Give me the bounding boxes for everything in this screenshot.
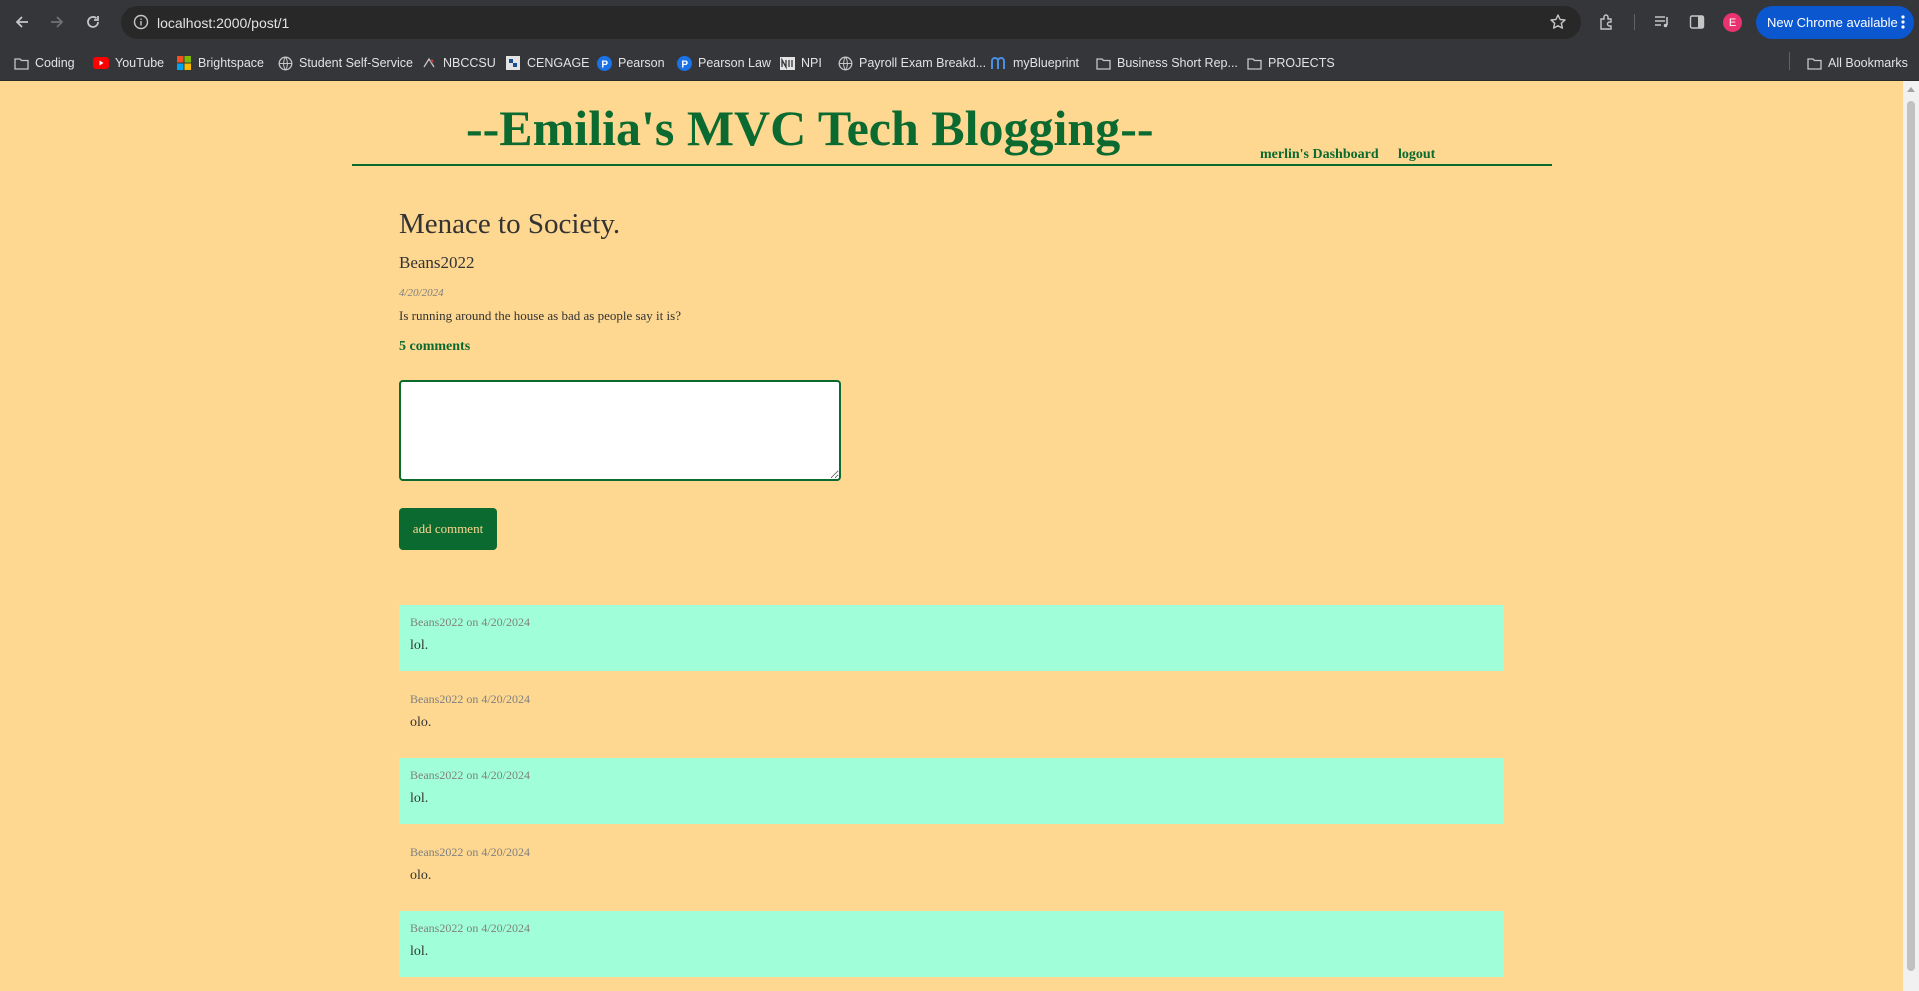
bookmark-label: Student Self-Service: [299, 56, 413, 70]
bookmark-npi[interactable]: NPI: [779, 53, 822, 73]
extensions-icon[interactable]: [1596, 11, 1618, 33]
folder-icon: [1246, 55, 1262, 71]
site-header: --Emilia's MVC Tech Blogging-- merlin's …: [352, 81, 1552, 166]
bookmark-label: CENGAGE: [527, 56, 590, 70]
comment-meta: Beans2022 on 4/20/2024: [410, 921, 530, 935]
update-label: New Chrome available: [1767, 15, 1898, 30]
post-body: Is running around the house as bad as pe…: [399, 308, 681, 323]
bookmark-label: Brightspace: [198, 56, 265, 70]
pearson-icon: P: [676, 55, 692, 71]
reload-icon[interactable]: [82, 11, 104, 33]
globe-icon: [837, 55, 853, 71]
svg-text:P: P: [601, 59, 608, 70]
comment-text: olo.: [410, 715, 432, 730]
bookmark-label: NBCCSU: [443, 56, 496, 70]
address-bar[interactable]: localhost:2000/post/1: [121, 6, 1581, 39]
kebab-menu-icon[interactable]: [1901, 14, 1905, 33]
comment-meta: Beans2022 on 4/20/2024: [410, 768, 530, 782]
nbccsu-icon: [421, 55, 437, 71]
bookmark-label: NPI: [801, 56, 822, 70]
comment-item: Beans2022 on 4/20/2024 lol.: [399, 605, 1504, 671]
bookmark-label: PROJECTS: [1268, 56, 1335, 70]
add-comment-button[interactable]: add comment: [399, 508, 497, 550]
bookmark-projects[interactable]: PROJECTS: [1246, 53, 1335, 73]
pearson-icon: P: [596, 55, 612, 71]
comment-item: Beans2022 on 4/20/2024 lol.: [399, 758, 1504, 824]
cengage-icon: [505, 55, 521, 71]
bookmark-star-icon[interactable]: [1549, 13, 1567, 36]
folder-icon: [1095, 55, 1111, 71]
toolbar-divider: [1634, 14, 1635, 30]
bookmarks-divider: [1789, 52, 1790, 70]
post-date: 4/20/2024: [399, 287, 444, 299]
bookmark-student-self-service[interactable]: Student Self-Service: [277, 53, 413, 73]
bookmark-label: Pearson Law: [698, 56, 771, 70]
bookmark-pearson-law[interactable]: P Pearson Law: [676, 53, 771, 73]
comment-meta: Beans2022 on 4/20/2024: [410, 615, 530, 629]
back-arrow-icon[interactable]: [11, 11, 33, 33]
svg-text:P: P: [681, 59, 688, 70]
comment-text: lol.: [410, 638, 429, 653]
all-bookmarks[interactable]: All Bookmarks: [1806, 53, 1908, 73]
bookmark-youtube[interactable]: YouTube: [93, 53, 164, 73]
comment-item: Beans2022 on 4/20/2024 olo.: [399, 835, 1504, 901]
comment-meta: Beans2022 on 4/20/2024: [410, 845, 530, 859]
comment-text: olo.: [410, 868, 432, 883]
page-viewport: --Emilia's MVC Tech Blogging-- merlin's …: [0, 81, 1903, 991]
myblueprint-icon: [991, 55, 1007, 71]
dashboard-link[interactable]: merlin's Dashboard: [1260, 147, 1379, 163]
comment-text: lol.: [410, 944, 429, 959]
media-controls-icon[interactable]: [1651, 11, 1673, 33]
post-title: Menace to Society.: [399, 208, 621, 240]
scroll-thumb[interactable]: [1907, 101, 1915, 971]
bookmark-nbccsu[interactable]: NBCCSU: [421, 53, 496, 73]
comment-count: 5 comments: [399, 339, 471, 354]
bookmark-cengage[interactable]: CENGAGE: [505, 53, 590, 73]
all-bookmarks-label: All Bookmarks: [1828, 56, 1908, 70]
bookmark-label: YouTube: [115, 56, 165, 70]
comment-item: Beans2022 on 4/20/2024 lol.: [399, 911, 1504, 977]
scroll-up-arrow-icon[interactable]: [1907, 87, 1915, 92]
bookmark-label: Payroll Exam Breakd...: [859, 56, 987, 70]
npi-icon: [779, 55, 795, 71]
bookmark-label: Pearson: [618, 56, 665, 70]
bookmark-label: myBlueprint: [1013, 56, 1079, 70]
bookmark-coding[interactable]: Coding: [13, 53, 75, 73]
logout-link[interactable]: logout: [1398, 147, 1435, 163]
bookmark-payroll-exam[interactable]: Payroll Exam Breakd...: [837, 53, 986, 73]
comment-textarea[interactable]: [399, 380, 841, 481]
profile-avatar[interactable]: E: [1723, 13, 1742, 32]
browser-toolbar: localhost:2000/post/1 E New Chrome avail…: [0, 0, 1919, 45]
bookmark-brightspace[interactable]: Brightspace: [176, 53, 264, 73]
globe-icon: [277, 55, 293, 71]
bookmark-pearson[interactable]: P Pearson: [596, 53, 665, 73]
bookmarks-bar: Coding YouTube Brightspace Student Self-…: [0, 45, 1919, 81]
comment-meta: Beans2022 on 4/20/2024: [410, 692, 530, 706]
comment-item: Beans2022 on 4/20/2024 olo.: [399, 682, 1504, 748]
youtube-icon: [93, 55, 109, 71]
post-author: Beans2022: [399, 253, 475, 272]
bookmark-business-short-rep[interactable]: Business Short Rep...: [1095, 53, 1238, 73]
page-scrollbar[interactable]: [1903, 81, 1919, 991]
folder-icon: [13, 55, 29, 71]
folder-icon: [1806, 55, 1822, 71]
site-info-icon[interactable]: [133, 14, 149, 35]
brightspace-icon: [176, 55, 192, 71]
new-chrome-available-button[interactable]: New Chrome available: [1756, 6, 1914, 39]
site-title: --Emilia's MVC Tech Blogging--: [466, 100, 1154, 156]
bookmark-label: Business Short Rep...: [1117, 56, 1238, 70]
side-panel-icon[interactable]: [1686, 11, 1708, 33]
bookmark-myblueprint[interactable]: myBlueprint: [991, 53, 1079, 73]
bookmark-label: Coding: [35, 56, 75, 70]
url-text[interactable]: localhost:2000/post/1: [157, 15, 289, 31]
comment-text: lol.: [410, 791, 429, 806]
forward-arrow-icon[interactable]: [46, 11, 68, 33]
